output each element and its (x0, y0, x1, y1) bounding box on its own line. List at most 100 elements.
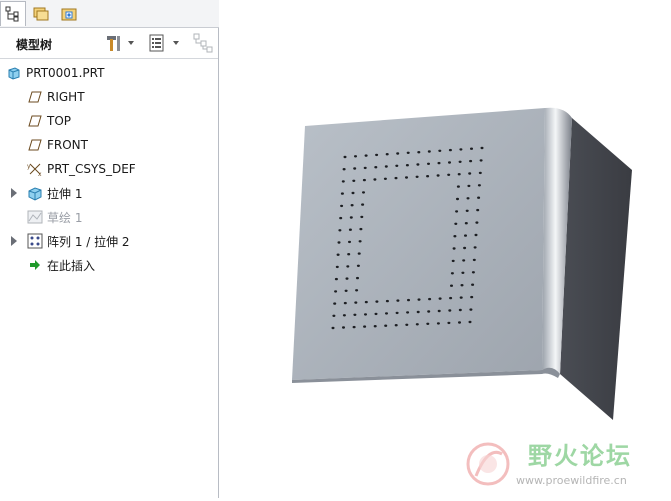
hole (448, 161, 451, 164)
hole (447, 173, 451, 176)
insert-arrow-icon (27, 257, 43, 273)
datum-plane-icon (27, 137, 43, 153)
hole (357, 252, 361, 255)
hole (447, 321, 451, 325)
filter-icon (193, 33, 213, 53)
star-folder-icon (61, 8, 77, 20)
sheetmetal-part-model (292, 107, 632, 420)
hole (466, 197, 470, 200)
hole (415, 175, 419, 178)
filter-button[interactable] (192, 32, 214, 54)
graphics-viewport[interactable]: 野火论坛 www.proewildfire.cn (220, 0, 671, 498)
hole (333, 302, 337, 305)
hole (437, 161, 441, 165)
sketch-icon (27, 209, 43, 225)
hole (468, 172, 472, 175)
hole (480, 146, 484, 150)
tree-item-right[interactable]: RIGHT (27, 86, 85, 108)
hole (465, 209, 469, 212)
tree-item-csys[interactable]: y x PRT_CSYS_DEF (27, 158, 136, 180)
hole (385, 153, 389, 156)
hole (416, 163, 420, 166)
hole (406, 311, 410, 314)
hole (356, 276, 359, 280)
tree-icon (5, 6, 19, 22)
tab-favorites[interactable] (56, 1, 82, 26)
hole (459, 148, 463, 151)
svg-text:x: x (38, 171, 42, 177)
hole (383, 177, 387, 180)
hole (362, 191, 365, 194)
hole (474, 233, 478, 237)
hole (452, 247, 456, 250)
hole (374, 312, 378, 316)
settings-dropdown[interactable] (172, 32, 180, 54)
hole (395, 311, 399, 315)
panel-title: 模型树 (16, 38, 53, 52)
hole (354, 301, 358, 304)
tab-folder-browser[interactable] (28, 1, 54, 26)
hole (426, 175, 430, 178)
hole (468, 320, 472, 324)
hole (342, 314, 346, 317)
hole (448, 309, 452, 312)
hole (384, 324, 388, 327)
hole (340, 204, 344, 208)
tree-item-sketch-1[interactable]: 草绘 1 (27, 206, 82, 228)
tree-item-front[interactable]: FRONT (27, 134, 88, 156)
hole (459, 296, 463, 299)
hole (469, 308, 473, 311)
hole (405, 323, 409, 326)
hole (348, 240, 351, 244)
hole (477, 184, 481, 187)
tree-item-extrude-1[interactable]: 拉伸 1 (11, 182, 82, 204)
tab-model-tree[interactable] (0, 1, 26, 26)
tree-item-label: PRT_CSYS_DEF (47, 162, 136, 176)
expand-arrow-icon[interactable] (11, 188, 17, 198)
datum-plane-icon (27, 113, 43, 129)
hole (456, 197, 459, 201)
tree-root[interactable]: PRT0001.PRT (6, 62, 104, 84)
hole (436, 174, 440, 177)
csys-icon: y x (27, 161, 43, 177)
hole (479, 159, 483, 162)
hole (436, 322, 440, 325)
hole (375, 300, 379, 303)
hole (462, 259, 466, 262)
expand-arrow-icon[interactable] (11, 236, 17, 246)
tree-item-label: TOP (47, 114, 72, 128)
hole (331, 326, 335, 330)
hole (461, 271, 465, 274)
hole (453, 235, 457, 238)
hole (385, 299, 389, 303)
hole (364, 313, 367, 316)
hole (352, 325, 356, 329)
tree-item-insert-here[interactable]: 在此插入 (27, 254, 95, 276)
model-tree-header: 模型树 (0, 28, 218, 59)
hole (362, 178, 366, 182)
hole (375, 153, 379, 157)
hole (342, 168, 346, 171)
hole (417, 298, 421, 301)
tree-item-label: 草绘 1 (47, 210, 83, 225)
hole (464, 234, 467, 237)
tree-item-pattern-1[interactable]: 阵列 1 / 拉伸 2 (11, 230, 130, 252)
datum-plane-icon (27, 89, 43, 105)
hole (343, 155, 347, 159)
hole (373, 178, 377, 181)
hole (353, 167, 357, 170)
hole (363, 325, 367, 328)
tools-dropdown[interactable] (127, 32, 135, 54)
hole (346, 265, 350, 268)
hole (467, 184, 471, 188)
settings-button[interactable] (148, 32, 166, 54)
tree-item-top[interactable]: TOP (27, 110, 71, 132)
tools-button[interactable] (104, 32, 124, 54)
model-tree-panel: 模型树 PRT0001.PRT RIGHT TOP FRONT y x PRT_… (0, 28, 219, 498)
hole (351, 191, 355, 195)
hole (470, 295, 474, 299)
hole (426, 322, 430, 325)
hole (449, 296, 453, 300)
hole (405, 164, 409, 167)
hole (356, 264, 360, 267)
